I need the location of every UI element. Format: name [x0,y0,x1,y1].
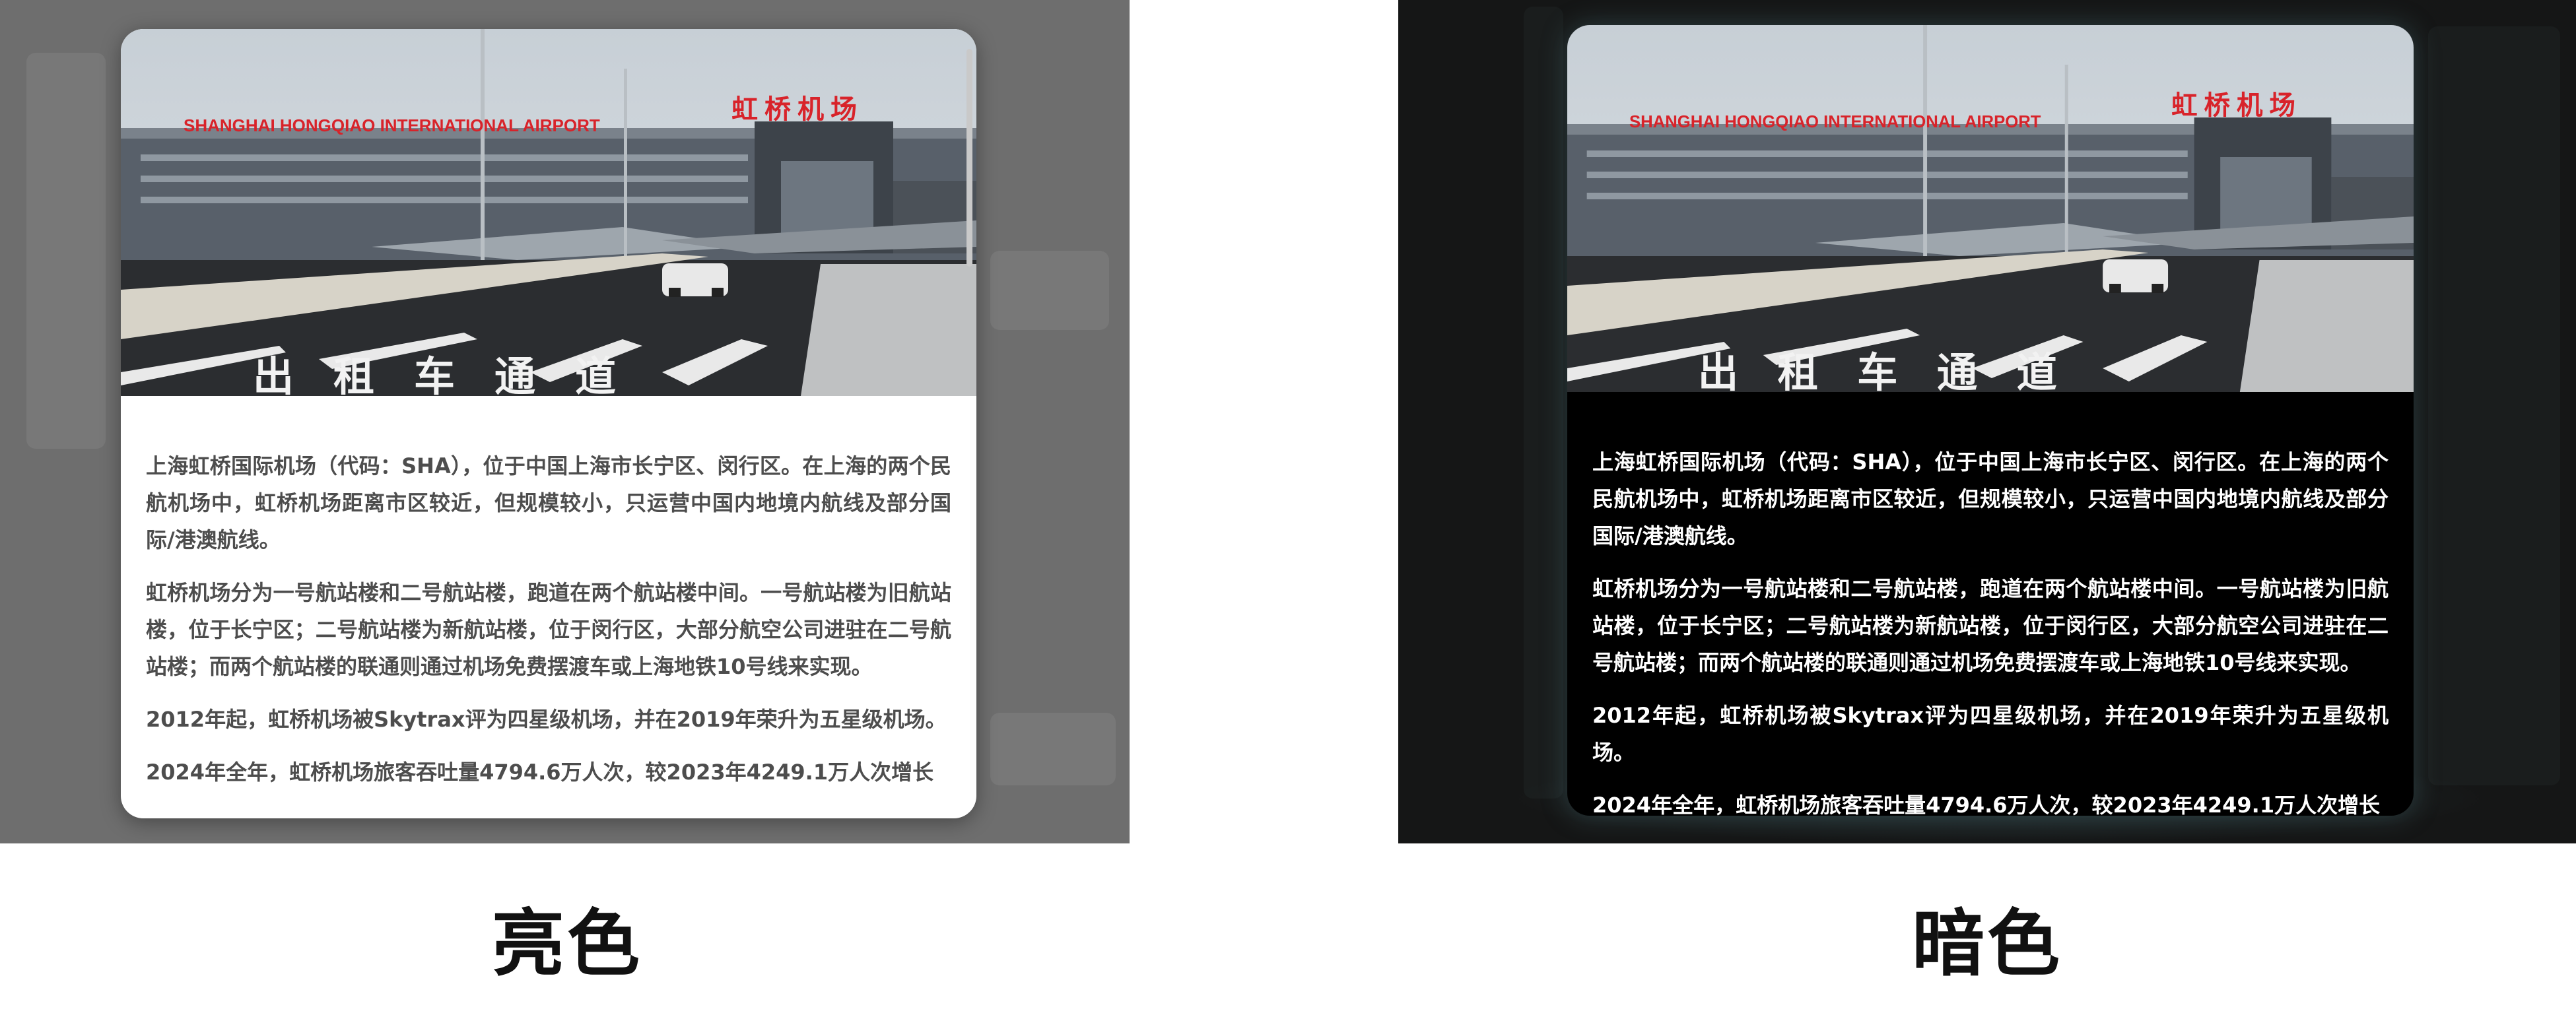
background-sidebar-blur [1524,7,1563,799]
card-scrollbar[interactable] [966,49,972,267]
article-paragraph: 虹桥机场分为一号航站楼和二号航站楼，跑道在两个航站楼中间。一号航站楼为旧航站楼，… [146,580,951,679]
article-paragraph: 2012年起，虹桥机场被Skytrax评为四星级机场，并在2019年荣升为五星级… [146,707,947,732]
light-mode-preview: SHANGHAI HONGQIAO INTERNATIONAL AIRPORT … [0,0,1130,843]
airport-sign-text: SHANGHAI HONGQIAO INTERNATIONAL AIRPORT [1629,113,2041,131]
airport-hero-image: SHANGHAI HONGQIAO INTERNATIONAL AIRPORT … [121,29,976,396]
dark-mode-preview: SHANGHAI HONGQIAO INTERNATIONAL AIRPORT … [1398,0,2576,843]
article-paragraph: 2024年全年，虹桥机场旅客吞吐量4794.6万人次，较2023年4249.1万… [1592,793,2381,816]
airport-sign-cn: 虹桥机场 [2171,90,2302,121]
road-marking-text: 出租车通道 [1698,349,2096,392]
article-paragraph: 上海虹桥国际机场（代码：SHA），位于中国上海市长宁区、闵行区。在上海的两个民航… [1592,449,2389,548]
article-paragraph: 2024年全年，虹桥机场旅客吞吐量4794.6万人次，较2023年4249.1万… [146,760,934,785]
airport-sign-text: SHANGHAI HONGQIAO INTERNATIONAL AIRPORT [184,115,600,135]
article-card[interactable]: SHANGHAI HONGQIAO INTERNATIONAL AIRPORT … [1567,25,2414,816]
article-content: 上海虹桥国际机场（代码：SHA），位于中国上海市长宁区、闵行区。在上海的两个民航… [121,396,976,791]
light-mode-caption: 亮色 [492,902,642,986]
article-paragraph: 虹桥机场分为一号航站楼和二号航站楼，跑道在两个航站楼中间。一号航站楼为旧航站楼，… [1592,576,2389,675]
background-sidebar-blur [26,53,106,449]
article-card[interactable]: SHANGHAI HONGQIAO INTERNATIONAL AIRPORT … [121,29,976,818]
article-paragraph: 2012年起，虹桥机场被Skytrax评为四星级机场，并在2019年荣升为五星级… [1592,703,2389,765]
background-block-blur [990,713,1116,785]
airport-hero-image: SHANGHAI HONGQIAO INTERNATIONAL AIRPORT … [1567,25,2414,392]
airport-sign-cn: 虹桥机场 [731,94,864,125]
article-paragraph: 上海虹桥国际机场（代码：SHA），位于中国上海市长宁区、闵行区。在上海的两个民航… [146,453,951,552]
background-block-blur [990,251,1109,330]
dark-mode-caption: 暗色 [1912,902,2062,986]
background-block-blur [2428,26,2560,785]
road-marking-text: 出租车通道 [253,352,656,396]
article-content: 上海虹桥国际机场（代码：SHA），位于中国上海市长宁区、闵行区。在上海的两个民航… [1567,392,2414,816]
